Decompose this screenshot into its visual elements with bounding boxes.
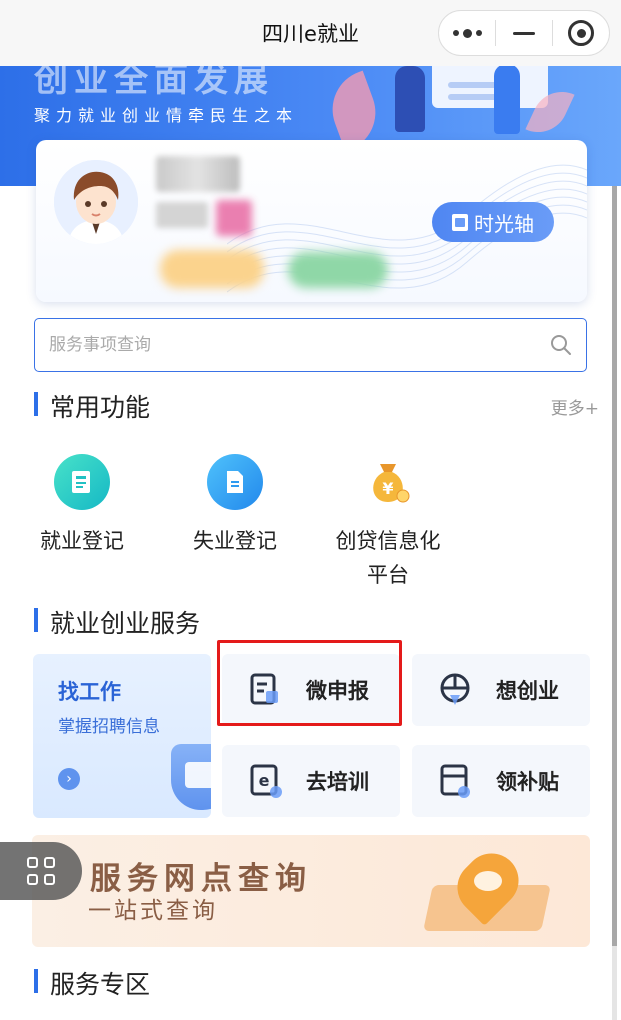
service-label: 想创业 [496, 679, 559, 703]
func-startup-loan-platform[interactable]: ¥ 创贷信息化 平台 [323, 454, 453, 592]
section-title-services: 就业创业服务 [34, 604, 200, 640]
svg-text:¥: ¥ [382, 479, 393, 498]
timeline-label: 时光轴 [474, 211, 534, 236]
more-menu-button[interactable] [439, 10, 495, 56]
minimize-button[interactable] [496, 10, 552, 56]
func-unemployment-register[interactable]: 失业登记 [170, 454, 300, 558]
masked-badge [216, 200, 252, 236]
masked-tag [160, 250, 264, 288]
avatar[interactable] [54, 160, 138, 244]
employment-register-icon [54, 454, 110, 510]
section-title-common: 常用功能 [34, 388, 150, 424]
cartoon-avatar-icon [54, 160, 138, 244]
title-bar: 四川e就业 [0, 0, 621, 66]
banner-title: 创业全面发展 [34, 66, 274, 100]
search-icon[interactable] [550, 334, 572, 356]
timeline-icon [452, 213, 468, 231]
banner-slogan: 聚力就业创业情牵民生之本 [34, 106, 299, 125]
illustration-line [448, 94, 498, 100]
unemployment-register-icon [207, 454, 263, 510]
func-label-line2: 平台 [367, 563, 409, 587]
person-illustration [494, 66, 520, 134]
masked-user-id [156, 202, 208, 228]
find-job-card[interactable]: 找工作 掌握招聘信息 › [33, 654, 211, 818]
outlet-query-banner[interactable]: 服务网点查询 一站式查询 [32, 835, 590, 947]
service-training[interactable]: e 去培训 [222, 745, 400, 817]
highlight-box [217, 640, 402, 726]
service-label: 领补贴 [496, 770, 559, 794]
money-bag-icon: ¥ [360, 454, 416, 510]
target-circle-icon [568, 20, 594, 46]
masked-tag [288, 252, 388, 288]
grid-icon [27, 857, 55, 885]
scrollbar[interactable] [612, 186, 617, 1020]
location-pin-hole [474, 871, 502, 891]
func-label: 就业登记 [40, 529, 124, 553]
func-label: 创贷信息化 平台 [323, 524, 453, 592]
section-title-zone: 服务专区 [34, 965, 150, 1001]
briefcase-icon [185, 762, 211, 788]
func-label-line1: 创贷信息化 [335, 529, 441, 553]
outlet-subtitle: 一站式查询 [88, 898, 218, 924]
search-input[interactable] [49, 319, 529, 371]
func-label: 失业登记 [193, 529, 277, 553]
arrow-right-icon: › [58, 768, 80, 790]
close-button[interactable] [553, 10, 609, 56]
more-link[interactable]: 更多+ [551, 394, 599, 419]
person-illustration [395, 66, 425, 132]
service-startup[interactable]: 想创业 [412, 654, 590, 726]
find-job-subtitle: 掌握招聘信息 [58, 717, 160, 737]
func-employment-register[interactable]: 就业登记 [17, 454, 147, 558]
more-dots-icon [452, 28, 482, 38]
subsidy-icon [440, 764, 470, 798]
service-label: 去培训 [306, 770, 369, 794]
e-learning-icon: e [250, 764, 282, 798]
svg-text:e: e [259, 771, 270, 790]
profile-card: 时光轴 [36, 140, 587, 302]
floating-menu-button[interactable] [0, 842, 82, 900]
minus-icon [513, 31, 535, 35]
find-job-title: 找工作 [58, 680, 121, 704]
timeline-button[interactable]: 时光轴 [432, 202, 554, 242]
service-subsidy[interactable]: 领补贴 [412, 745, 590, 817]
startup-compass-icon [440, 673, 470, 705]
search-box [34, 318, 587, 372]
masked-user-name [156, 156, 240, 192]
capsule-menu [438, 10, 610, 56]
